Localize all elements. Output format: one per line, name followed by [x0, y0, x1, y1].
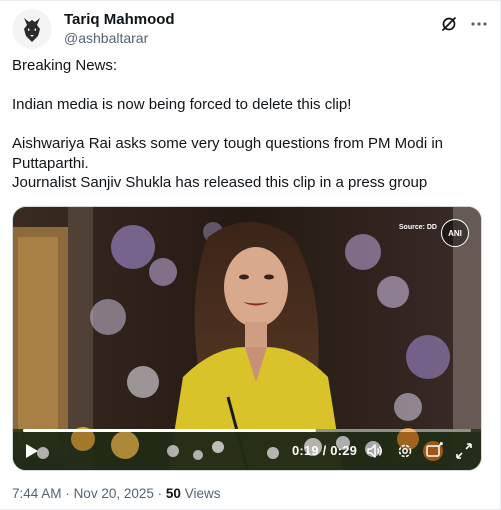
volume-icon[interactable] [366, 442, 384, 460]
tweet-line: Puttaparthi. [12, 154, 89, 172]
ani-logo: ANI [441, 219, 469, 247]
more-icon[interactable] [470, 15, 488, 33]
gear-icon[interactable] [396, 442, 414, 460]
play-icon[interactable] [25, 443, 39, 459]
video-time: 0:19 / 0:29 [292, 443, 358, 458]
tweet-line: Breaking News: [12, 57, 118, 74]
tweet-date[interactable]: Nov 20, 2025 [74, 486, 154, 501]
video-controls: 0:19 / 0:29 [13, 432, 481, 470]
fullscreen-icon[interactable] [455, 442, 473, 460]
tweet-header: Tariq Mahmood @ashbaltarar [12, 9, 488, 49]
tweet-text: Breaking News: Indian media is now being… [12, 56, 482, 193]
tweet-line [12, 115, 482, 135]
author-handle[interactable]: @ashbaltarar [64, 29, 148, 47]
tweet-line [12, 76, 482, 96]
views-count[interactable]: 50 [166, 486, 181, 501]
tweet-time[interactable]: 7:44 AM [12, 486, 62, 501]
tweet-line: Aishwariya Rai asks some very tough ques… [12, 135, 444, 152]
grok-icon[interactable] [440, 15, 458, 33]
meta-separator: · [157, 486, 163, 501]
views-label: Views [184, 486, 221, 501]
meta-separator: · [65, 486, 70, 501]
tweet-line: Journalist Sanjiv Shukla has released th… [12, 174, 428, 191]
author-name[interactable]: Tariq Mahmood [64, 11, 175, 29]
wolf-logo-icon [12, 9, 52, 49]
video-player[interactable]: Source: DD ANI 0:19 / 0:29 [12, 206, 482, 471]
tweet-line: Indian media is now being forced to dele… [12, 96, 352, 113]
captions-icon[interactable] [425, 442, 443, 460]
avatar[interactable] [12, 9, 52, 49]
source-label: Source: DD [398, 224, 437, 231]
tweet-card: Tariq Mahmood @ashbaltarar Breaking News… [0, 0, 501, 510]
tweet-meta: 7:44 AM · Nov 20, 2025 · 50 Views [12, 486, 220, 501]
